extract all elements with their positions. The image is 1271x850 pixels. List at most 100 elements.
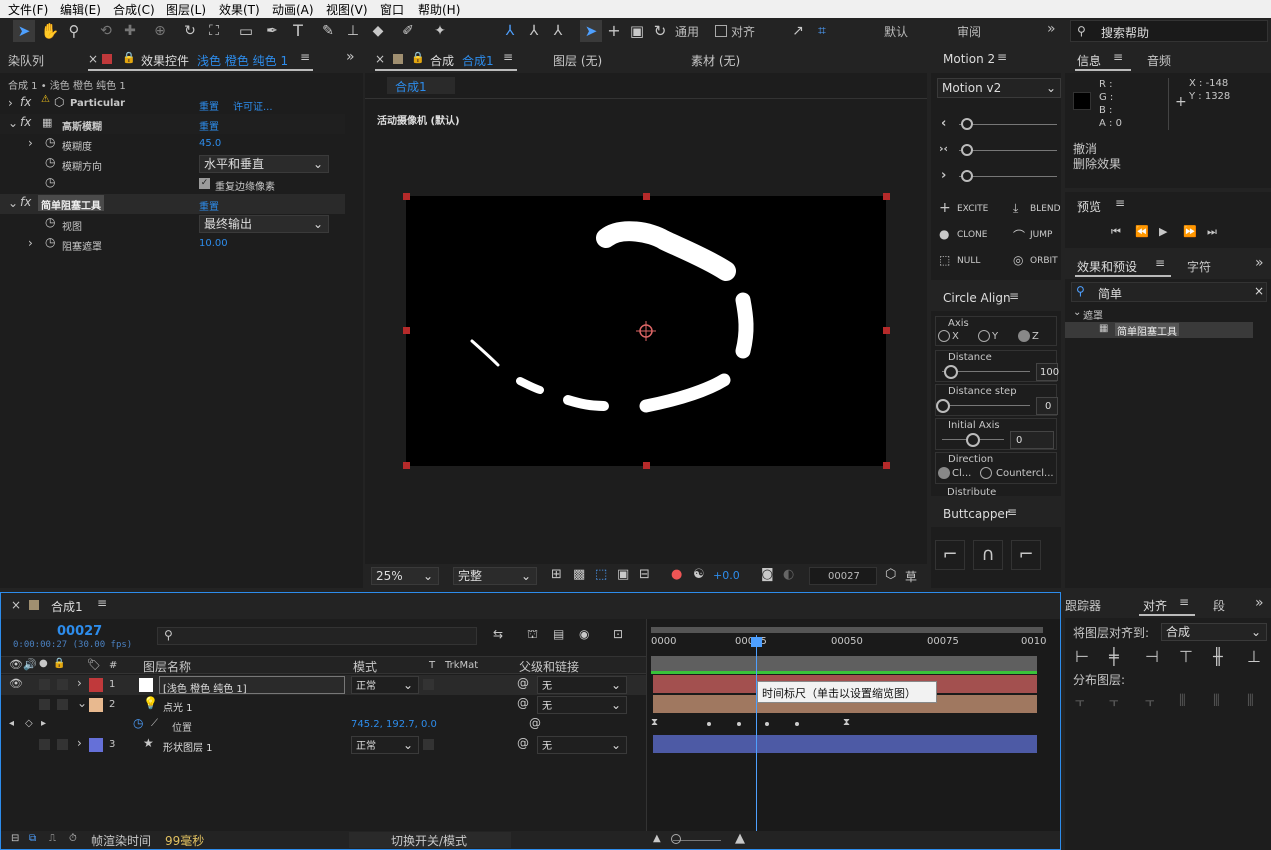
dolly-tool-icon[interactable]: ⊕ — [150, 20, 170, 42]
view-axis-icon[interactable]: ⅄ — [548, 20, 568, 42]
rectangle-tool-icon[interactable]: ▭ — [236, 20, 256, 42]
audio-icon[interactable]: 🔊 — [23, 658, 37, 671]
distribute-bottom-icon[interactable]: ⫟ — [1145, 691, 1155, 711]
timeline-tab[interactable]: 合成1 — [51, 598, 83, 615]
layer-bar[interactable] — [653, 735, 1037, 753]
close-icon[interactable]: × — [11, 598, 21, 612]
fx-icon[interactable]: fx — [20, 195, 31, 209]
view-dropdown[interactable]: 最终输出 ⌄ — [199, 215, 329, 233]
fx-icon[interactable]: fx — [20, 95, 31, 109]
motion2-version-dropdown[interactable]: Motion v2 ⌄ — [937, 78, 1061, 98]
menu-file[interactable]: 文件(F) — [8, 1, 48, 18]
license-link[interactable]: 许可证... — [233, 98, 273, 113]
transparency-grid-icon[interactable]: ▩ — [573, 567, 585, 582]
layer-search-input[interactable]: ⚲ — [157, 627, 477, 645]
layer-row[interactable]: ⌄ 2 💡 点光 1 @ 无 ⌄ — [1, 695, 646, 715]
bounds-icon[interactable]: ▣ — [627, 20, 647, 42]
butt-cap-icon[interactable]: ⌐ — [935, 540, 965, 570]
parent-dropdown[interactable]: 无 ⌄ — [537, 676, 627, 694]
3d-view-icon[interactable]: ⬡ — [885, 567, 896, 582]
selection-tool-icon[interactable]: ➤ — [13, 20, 35, 42]
panel-more-icon[interactable]: » — [1255, 595, 1264, 611]
axis-x-radio[interactable] — [938, 330, 950, 342]
first-frame-icon[interactable]: ⏮ — [1111, 225, 1121, 239]
chevron-right-icon[interactable]: › — [28, 136, 33, 150]
add-keyframe-icon[interactable]: ◇ — [25, 718, 33, 729]
menu-effect[interactable]: 效果(T) — [219, 1, 260, 18]
distribute-left-icon[interactable]: ⫴ — [1179, 691, 1186, 711]
clear-search-icon[interactable]: × — [1254, 284, 1264, 298]
tab-audio[interactable]: 音频 — [1147, 52, 1171, 69]
reset-link[interactable]: 重置 — [199, 198, 219, 213]
current-time-indicator[interactable] — [756, 635, 757, 849]
layer-color-swatch[interactable] — [89, 738, 103, 752]
parent-dropdown[interactable]: 无 ⌄ — [537, 736, 627, 754]
pen-tool-icon[interactable]: ✒ — [262, 20, 282, 42]
chevron-right-icon[interactable]: › — [77, 736, 82, 750]
panel-menu-icon[interactable]: ≡ — [1007, 505, 1017, 519]
local-axis-icon[interactable]: ⅄ — [500, 20, 520, 42]
solo-icon[interactable]: ● — [39, 658, 48, 669]
pickwhip-icon[interactable]: @ — [517, 696, 529, 710]
distribute-vcenter-icon[interactable]: ⫟ — [1109, 691, 1119, 711]
orbit-tool-icon[interactable]: ⟲ — [96, 20, 116, 42]
chevron-right-icon[interactable]: › — [77, 676, 82, 690]
initial-axis-field[interactable]: 0 — [1010, 431, 1054, 449]
mode-header[interactable]: 模式 — [353, 658, 377, 675]
work-area-bar[interactable] — [651, 656, 1037, 672]
tab-layer[interactable]: 图层 (无) — [553, 52, 602, 69]
solo-box[interactable] — [39, 739, 50, 750]
mode-dropdown[interactable]: 正常 ⌄ — [351, 676, 419, 694]
rotate-tool-icon[interactable]: ↻ — [180, 20, 200, 42]
round-cap-icon[interactable]: ∩ — [973, 540, 1003, 570]
color-management-icon[interactable]: ☯ — [693, 567, 705, 582]
resolution-dropdown[interactable]: 完整 ⌄ — [453, 567, 537, 585]
effect-row-gaussian-blur[interactable]: ⌄ fx ▦ 高斯模糊 重置 — [0, 114, 345, 134]
counterclockwise-radio[interactable] — [980, 467, 992, 479]
axis-y-radio[interactable] — [978, 330, 990, 342]
graph-icon[interactable]: ⟋ — [151, 718, 158, 729]
stopwatch-icon[interactable]: ◷ — [45, 135, 55, 149]
align-to-dropdown[interactable]: 合成 ⌄ — [1161, 623, 1267, 641]
layer-handle[interactable] — [403, 193, 410, 200]
excite-button[interactable]: + EXCITE — [939, 200, 999, 218]
keyframe-icon[interactable] — [765, 722, 769, 726]
preserve-transparency-box[interactable] — [423, 739, 434, 750]
distribute-hcenter-icon[interactable]: ⫴ — [1213, 691, 1220, 711]
eye-icon[interactable]: 👁 — [9, 658, 23, 671]
current-time-field[interactable]: 00027 — [809, 567, 877, 585]
stopwatch-icon[interactable]: ◷ — [133, 716, 143, 730]
stopwatch-icon[interactable]: ◷ — [45, 215, 55, 229]
solo-box[interactable] — [39, 699, 50, 710]
menu-help[interactable]: 帮助(H) — [418, 1, 460, 18]
panel-menu-icon[interactable]: ≡ — [1009, 289, 1019, 303]
clockwise-radio[interactable] — [938, 467, 950, 479]
search-help-input[interactable]: ⚲ 搜索帮助 — [1070, 20, 1268, 42]
layer-name-field[interactable]: [浅色 橙色 纯色 1] — [159, 676, 345, 695]
fast-previews-label[interactable]: 草 — [905, 568, 917, 585]
workspace-review[interactable]: 审阅 — [957, 23, 981, 40]
initial-axis-slider[interactable] — [966, 433, 980, 447]
ease-out-icon[interactable]: › — [941, 168, 946, 183]
menu-animation[interactable]: 动画(A) — [272, 1, 314, 18]
clone-stamp-tool-icon[interactable]: ⊥ — [343, 20, 363, 42]
chevron-right-icon[interactable]: › — [8, 96, 13, 110]
repeat-edge-checkbox[interactable]: ✓ — [199, 178, 210, 189]
toggle-switches-button[interactable]: 切换开关/模式 — [349, 832, 511, 848]
effect-item-simple-choker[interactable]: ▦ 简单阻塞工具 — [1065, 322, 1253, 338]
menu-layer[interactable]: 图层(L) — [166, 1, 206, 18]
crosshair-icon[interactable]: + — [604, 20, 624, 42]
layer-handle[interactable] — [643, 193, 650, 200]
align-vcenter-icon[interactable]: ╫ — [1213, 647, 1223, 666]
stopwatch-icon[interactable]: ◷ — [45, 155, 55, 169]
axis-z-radio[interactable] — [1018, 330, 1030, 342]
frame-blending-icon[interactable]: ◉ — [579, 627, 589, 641]
ease-in-icon[interactable]: ‹ — [941, 116, 946, 131]
reset-link[interactable]: 重置 — [199, 98, 219, 113]
align-hcenter-icon[interactable]: ╪ — [1109, 647, 1119, 666]
distribute-right-icon[interactable]: ⫴ — [1247, 691, 1254, 711]
ease-both-slider[interactable] — [961, 144, 973, 156]
comp-flowchart-icon[interactable]: ⇆ — [493, 627, 503, 641]
pan-tool-icon[interactable]: ✚ — [120, 20, 140, 42]
current-time[interactable]: 00027 — [57, 624, 102, 639]
